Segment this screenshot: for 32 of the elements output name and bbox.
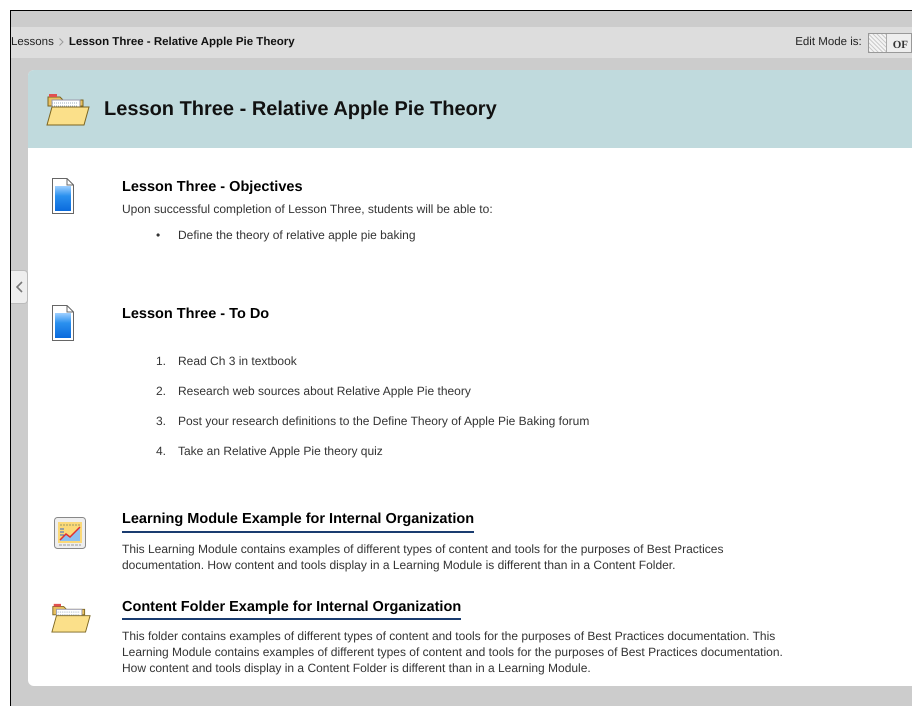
description-text: This folder contains examples of different types of content and tools for the purposes of Best Practices documentation. This <box>122 628 776 644</box>
list-item: Read Ch 3 in textbook <box>178 352 297 369</box>
description-text: This Learning Module contains examples of different types of content and tools for the purposes of Best Practices <box>122 540 724 557</box>
folder-icon <box>46 91 90 127</box>
list-item: Define the theory of relative apple pie baking <box>178 227 416 244</box>
edit-mode-label: Edit Mode is: <box>795 34 862 50</box>
list-marker: • <box>156 227 162 244</box>
page-title: Lesson Three - Relative Apple Pie Theory <box>104 97 497 121</box>
list-marker: 1. <box>156 352 168 369</box>
description-text: Learning Module contains examples of different types of content and tools for the purposes of Best Practices documentation. <box>122 644 783 660</box>
edit-mode-toggle[interactable]: OF <box>868 32 912 52</box>
collapse-handle[interactable] <box>11 270 28 304</box>
chevron-left-icon <box>16 281 22 293</box>
item-title-link[interactable]: Learning Module Example for Internal Organization <box>122 508 474 533</box>
document-icon <box>52 178 74 214</box>
description-text: How content and tools display in a Content Folder is different than in a Learning Module. <box>122 660 592 676</box>
document-icon <box>52 305 74 342</box>
description-text: documentation. How content and tools display in a Learning Module is different than in a Content Folder. <box>122 556 676 573</box>
list-marker: 2. <box>156 382 168 399</box>
list-item: Research web sources about Relative Apple Pie theory <box>178 382 471 399</box>
chart-icon <box>54 516 86 549</box>
item-title-link[interactable]: Content Folder Example for Internal Organization <box>122 596 462 620</box>
list-marker: 4. <box>156 442 168 459</box>
list-marker: 3. <box>156 412 168 429</box>
description-text: Upon successful completion of Lesson Three, students will be able to: <box>122 201 493 218</box>
list-item: Take an Relative Apple Pie theory quiz <box>178 442 383 459</box>
breadcrumb-item: Lesson Three - Relative Apple Pie Theory <box>68 34 295 50</box>
chevron-right-icon <box>58 38 64 46</box>
item-title: Lesson Three - To Do <box>122 306 270 324</box>
breadcrumb-item[interactable]: Lessons <box>11 34 54 52</box>
item-title: Lesson Three - Objectives <box>122 179 303 196</box>
list-item: Post your research definitions to the Define Theory of Apple Pie Baking forum <box>178 412 590 429</box>
